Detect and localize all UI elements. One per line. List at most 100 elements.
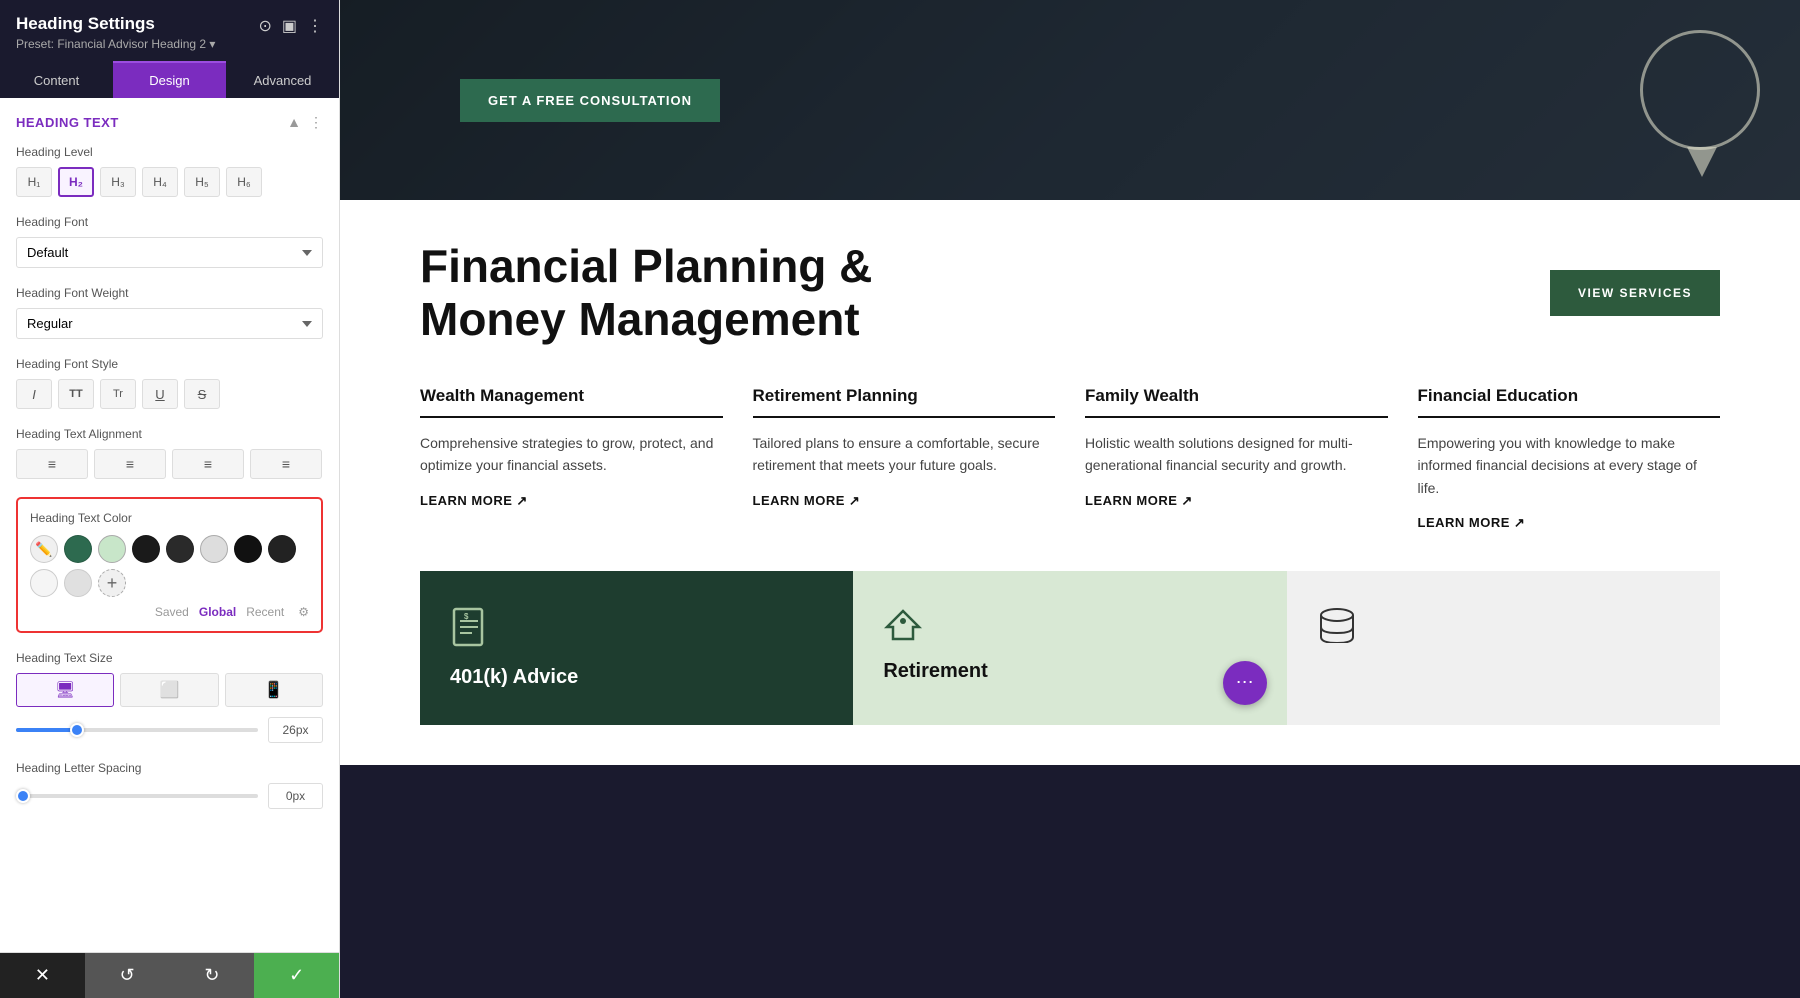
align-justify-button[interactable]: ≡	[250, 449, 322, 479]
panel-header-icons: ⊙ ▣ ⋮	[258, 16, 323, 36]
color-picker-icon[interactable]: ✏️	[30, 535, 58, 563]
swatch-5[interactable]	[200, 535, 228, 563]
tablet-device-button[interactable]: ⬜	[120, 673, 218, 707]
consultation-button[interactable]: GET A FREE CONSULTATION	[460, 79, 720, 122]
letter-spacing-slider-thumb[interactable]	[16, 789, 30, 803]
h6-button[interactable]: H₆	[226, 167, 262, 197]
learn-more-wealth[interactable]: LEARN MORE ↗	[420, 493, 723, 509]
heading-font-weight-label: Heading Font Weight	[16, 286, 323, 300]
align-left-button[interactable]: ≡	[16, 449, 88, 479]
service-desc-wealth: Comprehensive strategies to grow, protec…	[420, 432, 723, 477]
global-tab[interactable]: Global	[199, 605, 236, 619]
swatch-8[interactable]	[30, 569, 58, 597]
collapse-icon[interactable]: ▲	[287, 114, 301, 131]
swatch-4[interactable]	[166, 535, 194, 563]
service-divider-4	[1418, 416, 1721, 418]
redo-button[interactable]: ↻	[170, 953, 255, 998]
swatch-3[interactable]	[132, 535, 160, 563]
service-title-retirement: Retirement Planning	[753, 386, 1056, 406]
h5-button[interactable]: H₅	[184, 167, 220, 197]
strikethrough-button[interactable]: S	[184, 379, 220, 409]
heading-text-color-section: Heading Text Color ✏️ + Saved Global Rec…	[16, 497, 323, 633]
bottom-cards: $ 401(k) Advice Retirement ⋯	[420, 571, 1720, 725]
uppercase-button[interactable]: TT	[58, 379, 94, 409]
color-swatches-row2: +	[30, 569, 309, 597]
learn-more-family[interactable]: LEARN MORE ↗	[1085, 493, 1388, 509]
h4-button[interactable]: H₄	[142, 167, 178, 197]
view-services-button[interactable]: VIEW SERVICES	[1550, 270, 1720, 316]
desktop-device-button[interactable]: 🖥	[16, 673, 114, 707]
section-header: Heading Text ▲ ⋮	[16, 114, 323, 131]
tab-advanced[interactable]: Advanced	[226, 61, 339, 98]
headline-line2: Money Management	[420, 293, 860, 345]
alignment-buttons: ≡ ≡ ≡ ≡	[16, 449, 323, 479]
circle-decoration	[1640, 30, 1760, 150]
section-icons: ▲ ⋮	[287, 114, 323, 131]
focus-icon[interactable]: ⊙	[258, 16, 271, 36]
h2-button[interactable]: H₂	[58, 167, 94, 197]
swatch-2[interactable]	[98, 535, 126, 563]
recent-tab[interactable]: Recent	[246, 605, 284, 619]
hero-section: GET A FREE CONSULTATION	[340, 0, 1800, 200]
color-tab-bar: Saved Global Recent ⚙	[30, 605, 309, 619]
card-icon-retirement	[883, 607, 923, 652]
heading-font-style-label: Heading Font Style	[16, 357, 323, 371]
mobile-device-button[interactable]: 📱	[225, 673, 323, 707]
more-icon[interactable]: ⋮	[307, 16, 323, 36]
add-color-swatch[interactable]: +	[98, 569, 126, 597]
letter-spacing-value[interactable]: 0px	[268, 783, 323, 809]
text-size-slider-thumb[interactable]	[70, 723, 84, 737]
swatch-7[interactable]	[268, 535, 296, 563]
tab-design[interactable]: Design	[113, 61, 226, 98]
heading-font-select[interactable]: Default	[16, 237, 323, 268]
text-size-value[interactable]: 26px	[268, 717, 323, 743]
layout-icon[interactable]: ▣	[282, 16, 297, 36]
align-right-button[interactable]: ≡	[172, 449, 244, 479]
main-headline: Financial Planning & Money Management	[420, 240, 872, 346]
swatch-6[interactable]	[234, 535, 262, 563]
card-icon-401k: $	[450, 607, 488, 658]
section-more-icon[interactable]: ⋮	[309, 114, 323, 131]
heading-text-color-label: Heading Text Color	[30, 511, 309, 525]
section-title: Heading Text	[16, 115, 119, 130]
learn-more-retirement[interactable]: LEARN MORE ↗	[753, 493, 1056, 509]
text-size-slider-fill	[16, 728, 77, 732]
panel-preset[interactable]: Preset: Financial Advisor Heading 2 ▾	[16, 37, 215, 51]
h3-button[interactable]: H₃	[100, 167, 136, 197]
align-center-button[interactable]: ≡	[94, 449, 166, 479]
font-style-buttons: I TT Tr U S	[16, 379, 323, 409]
service-card-education: Financial Education Empowering you with …	[1418, 386, 1721, 531]
learn-more-education[interactable]: LEARN MORE ↗	[1418, 515, 1721, 531]
hero-content: GET A FREE CONSULTATION	[460, 79, 720, 122]
italic-button[interactable]: I	[16, 379, 52, 409]
undo-button[interactable]: ↺	[85, 953, 170, 998]
save-button[interactable]: ✓	[254, 953, 339, 998]
cancel-button[interactable]: ✕	[0, 953, 85, 998]
swatch-1[interactable]	[64, 535, 92, 563]
svg-text:$: $	[464, 612, 469, 621]
swatch-9[interactable]	[64, 569, 92, 597]
letter-spacing-slider-row: 0px	[16, 783, 323, 809]
service-divider-2	[753, 416, 1056, 418]
heading-level-label: Heading Level	[16, 145, 323, 159]
arrow-icon-3: ↗	[1181, 493, 1192, 509]
letter-spacing-slider-track[interactable]	[16, 794, 258, 798]
service-title-family: Family Wealth	[1085, 386, 1388, 406]
arrow-icon-1: ↗	[516, 493, 527, 509]
h1-button[interactable]: H₁	[16, 167, 52, 197]
floating-menu-button[interactable]: ⋯	[1223, 661, 1267, 705]
underline-button[interactable]: U	[142, 379, 178, 409]
service-divider-3	[1085, 416, 1388, 418]
card-retirement: Retirement ⋯	[853, 571, 1286, 725]
heading-text-size-label: Heading Text Size	[16, 651, 323, 665]
circle-tail	[1687, 147, 1717, 177]
color-settings-icon[interactable]: ⚙	[298, 605, 309, 619]
text-size-slider-track[interactable]	[16, 728, 258, 732]
headline-line1: Financial Planning &	[420, 240, 872, 292]
panel-header: Heading Settings Preset: Financial Advis…	[0, 0, 339, 61]
capitalize-button[interactable]: Tr	[100, 379, 136, 409]
heading-font-weight-select[interactable]: Regular	[16, 308, 323, 339]
heading-letter-spacing-label: Heading Letter Spacing	[16, 761, 323, 775]
saved-tab[interactable]: Saved	[155, 605, 189, 619]
tab-content[interactable]: Content	[0, 61, 113, 98]
